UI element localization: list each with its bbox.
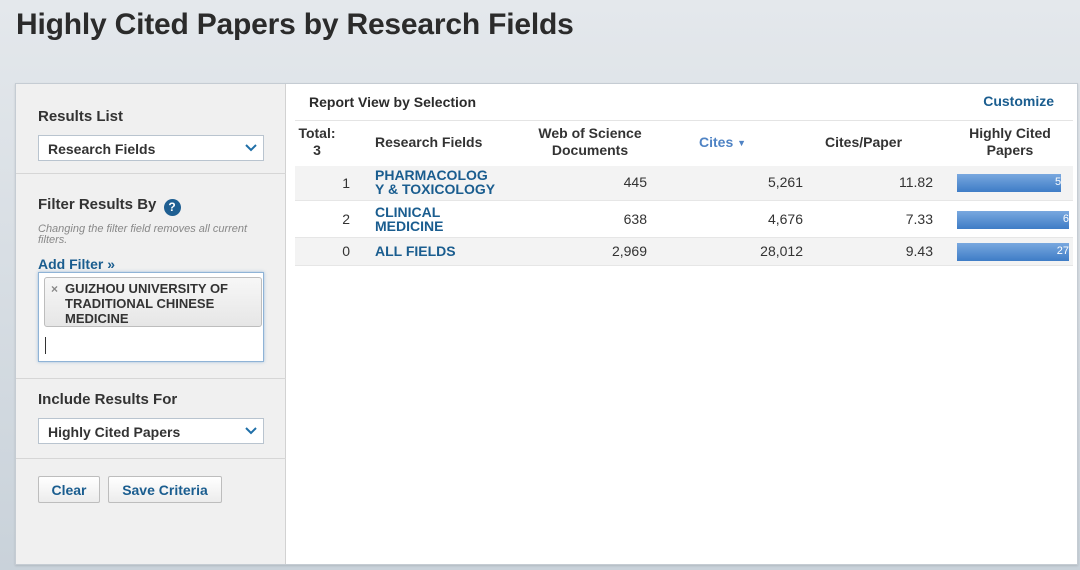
field-link-line2[interactable]: MEDICINE — [375, 219, 443, 233]
field-link-line1[interactable]: ALL FIELDS — [375, 244, 456, 258]
cites-per-paper-value: 7.33 — [905, 211, 933, 227]
hcp-bar-track: 6 — [957, 211, 1069, 229]
cites-header[interactable]: Cites ▼ — [699, 134, 746, 152]
hcp-header-line2: Papers — [986, 142, 1034, 158]
filter-title: Filter Results By ? — [38, 196, 181, 216]
field-link-line2[interactable]: Y & TOXICOLOGY — [375, 182, 495, 196]
cites-per-paper-header[interactable]: Cites/Paper — [825, 134, 902, 151]
cites-value: 4,676 — [767, 211, 803, 227]
row-rank: 1 — [342, 175, 350, 191]
row-rank: 0 — [342, 243, 350, 259]
cites-per-paper-value: 11.82 — [899, 174, 933, 190]
report-panel: Results List Research Fields Filter Resu… — [15, 83, 1078, 565]
docs-value: 638 — [623, 211, 647, 227]
customize-link[interactable]: Customize — [983, 93, 1054, 109]
main-content: Report View by Selection Customize Total… — [287, 84, 1077, 564]
cites-value: 28,012 — [760, 243, 803, 259]
save-criteria-button[interactable]: Save Criteria — [108, 476, 222, 503]
add-filter-link[interactable]: Add Filter » — [38, 256, 115, 272]
hcp-bar: 5 — [957, 174, 1062, 192]
include-selected: Highly Cited Papers — [48, 424, 181, 440]
total-count: 3 — [313, 142, 321, 158]
research-field-link[interactable]: PHARMACOLOG Y & TOXICOLOGY — [375, 168, 495, 196]
clear-button[interactable]: Clear — [38, 476, 100, 503]
results-list-selected: Research Fields — [48, 141, 156, 157]
page-title: Highly Cited Papers by Research Fields — [16, 8, 574, 41]
filter-title-text: Filter Results By — [38, 196, 157, 213]
total-label: Total: — [298, 125, 336, 141]
chevron-down-icon[interactable] — [242, 422, 260, 440]
table-row: 2 CLINICAL MEDICINE 638 4,676 7.33 6 — [295, 201, 1073, 238]
filter-input-box[interactable]: × GUIZHOU UNIVERSITY OF TRADITIONAL CHIN… — [38, 272, 264, 362]
text-caret — [45, 337, 46, 354]
chevron-down-icon[interactable] — [242, 139, 260, 157]
research-field-link[interactable]: ALL FIELDS — [375, 244, 456, 258]
wos-documents-line1: Web of Science — [538, 125, 642, 141]
hcp-header-line1: Highly Cited — [969, 125, 1051, 141]
table-row: 0 ALL FIELDS 2,969 28,012 9.43 27 — [295, 238, 1073, 266]
caret-down-icon: ▼ — [737, 138, 747, 148]
report-title: Report View by Selection — [309, 94, 477, 110]
highly-cited-papers-header[interactable]: Highly Cited Papers — [955, 125, 1065, 159]
cites-per-paper-value: 9.43 — [905, 243, 933, 259]
sidebar: Results List Research Fields Filter Resu… — [16, 84, 286, 564]
cites-header-label: Cites — [699, 134, 734, 150]
hcp-bar-label: 27 — [1056, 245, 1069, 257]
docs-value: 2,969 — [611, 243, 647, 259]
filter-chip-label: GUIZHOU UNIVERSITY OF TRADITIONAL CHINES… — [65, 281, 228, 326]
docs-value: 445 — [623, 174, 647, 190]
include-select[interactable]: Highly Cited Papers — [38, 418, 264, 444]
hcp-bar-track: 27 — [957, 243, 1069, 261]
research-fields-header[interactable]: Research Fields — [375, 134, 482, 151]
results-list-title: Results List — [38, 108, 124, 125]
filter-section: Filter Results By ? Changing the filter … — [16, 174, 286, 379]
table-header: Total: 3 Research Fields Web of Science … — [295, 120, 1073, 164]
close-icon[interactable]: × — [51, 282, 58, 297]
wos-documents-header[interactable]: Web of Science Documents — [520, 125, 660, 159]
hcp-bar: 6 — [957, 211, 1069, 229]
results-list-select[interactable]: Research Fields — [38, 135, 264, 161]
field-link-line1[interactable]: CLINICAL — [375, 205, 443, 219]
filter-note: Changing the filter field removes all cu… — [38, 223, 248, 246]
hcp-bar-label: 6 — [1062, 213, 1069, 225]
help-icon[interactable]: ? — [163, 199, 181, 216]
research-field-link[interactable]: CLINICAL MEDICINE — [375, 205, 443, 233]
hcp-bar-track: 5 — [957, 174, 1069, 192]
field-link-line1[interactable]: PHARMACOLOG — [375, 168, 495, 182]
hcp-bar: 27 — [957, 243, 1069, 261]
hcp-bar-label: 5 — [1055, 176, 1062, 188]
table-row: 1 PHARMACOLOG Y & TOXICOLOGY 445 5,261 1… — [295, 166, 1073, 201]
cites-value: 5,261 — [767, 174, 803, 190]
row-rank: 2 — [342, 211, 350, 227]
results-list-section: Results List Research Fields — [16, 84, 286, 174]
include-title: Include Results For — [38, 391, 178, 408]
wos-documents-line2: Documents — [551, 142, 629, 158]
filter-chip: × GUIZHOU UNIVERSITY OF TRADITIONAL CHIN… — [44, 277, 262, 327]
include-section: Include Results For Highly Cited Papers — [16, 379, 286, 459]
total-header: Total: 3 — [297, 125, 337, 159]
